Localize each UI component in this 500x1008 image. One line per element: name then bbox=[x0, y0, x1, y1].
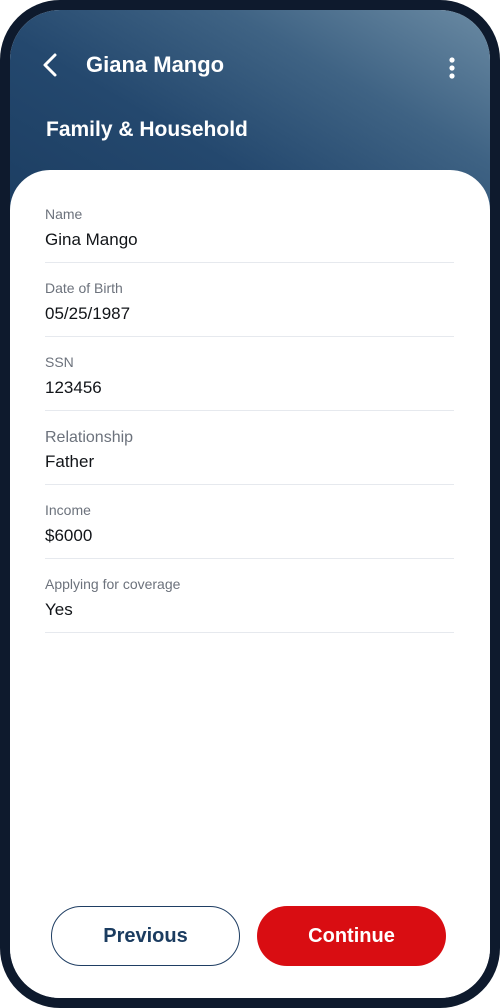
device-frame: Giana Mango Family & Household Name Gina… bbox=[0, 0, 500, 1008]
field-income: Income $6000 bbox=[45, 486, 454, 559]
more-vertical-icon bbox=[449, 57, 455, 79]
field-list: Name Gina Mango Date of Birth 05/25/1987… bbox=[45, 190, 454, 634]
field-label: Relationship bbox=[45, 429, 134, 446]
field-label: Income bbox=[45, 502, 91, 518]
field-label: SSN bbox=[45, 354, 74, 370]
more-options-button[interactable] bbox=[440, 54, 464, 84]
field-value: 05/25/1987 bbox=[45, 304, 131, 323]
section-title: Family & Household bbox=[46, 118, 248, 141]
field-relationship: Relationship Father bbox=[45, 412, 454, 485]
field-value: $6000 bbox=[45, 526, 93, 545]
screen: Giana Mango Family & Household Name Gina… bbox=[10, 10, 490, 998]
field-label: Date of Birth bbox=[45, 280, 123, 296]
chevron-left-icon bbox=[43, 53, 57, 77]
field-date-of-birth: Date of Birth 05/25/1987 bbox=[45, 264, 454, 337]
field-label: Name bbox=[45, 206, 83, 222]
details-card: Name Gina Mango Date of Birth 05/25/1987… bbox=[10, 170, 490, 998]
continue-button[interactable]: Continue bbox=[257, 906, 446, 966]
field-value: 123456 bbox=[45, 378, 102, 397]
field-value: Yes bbox=[45, 600, 73, 619]
field-name: Name Gina Mango bbox=[45, 190, 454, 263]
previous-button[interactable]: Previous bbox=[51, 906, 240, 966]
back-button[interactable] bbox=[36, 50, 66, 80]
page-title: Giana Mango bbox=[86, 52, 225, 77]
field-value: Gina Mango bbox=[45, 230, 138, 249]
field-label: Applying for coverage bbox=[45, 576, 181, 592]
field-ssn: SSN 123456 bbox=[45, 338, 454, 411]
field-applying-for-coverage: Applying for coverage Yes bbox=[45, 560, 454, 633]
field-value: Father bbox=[45, 452, 95, 471]
